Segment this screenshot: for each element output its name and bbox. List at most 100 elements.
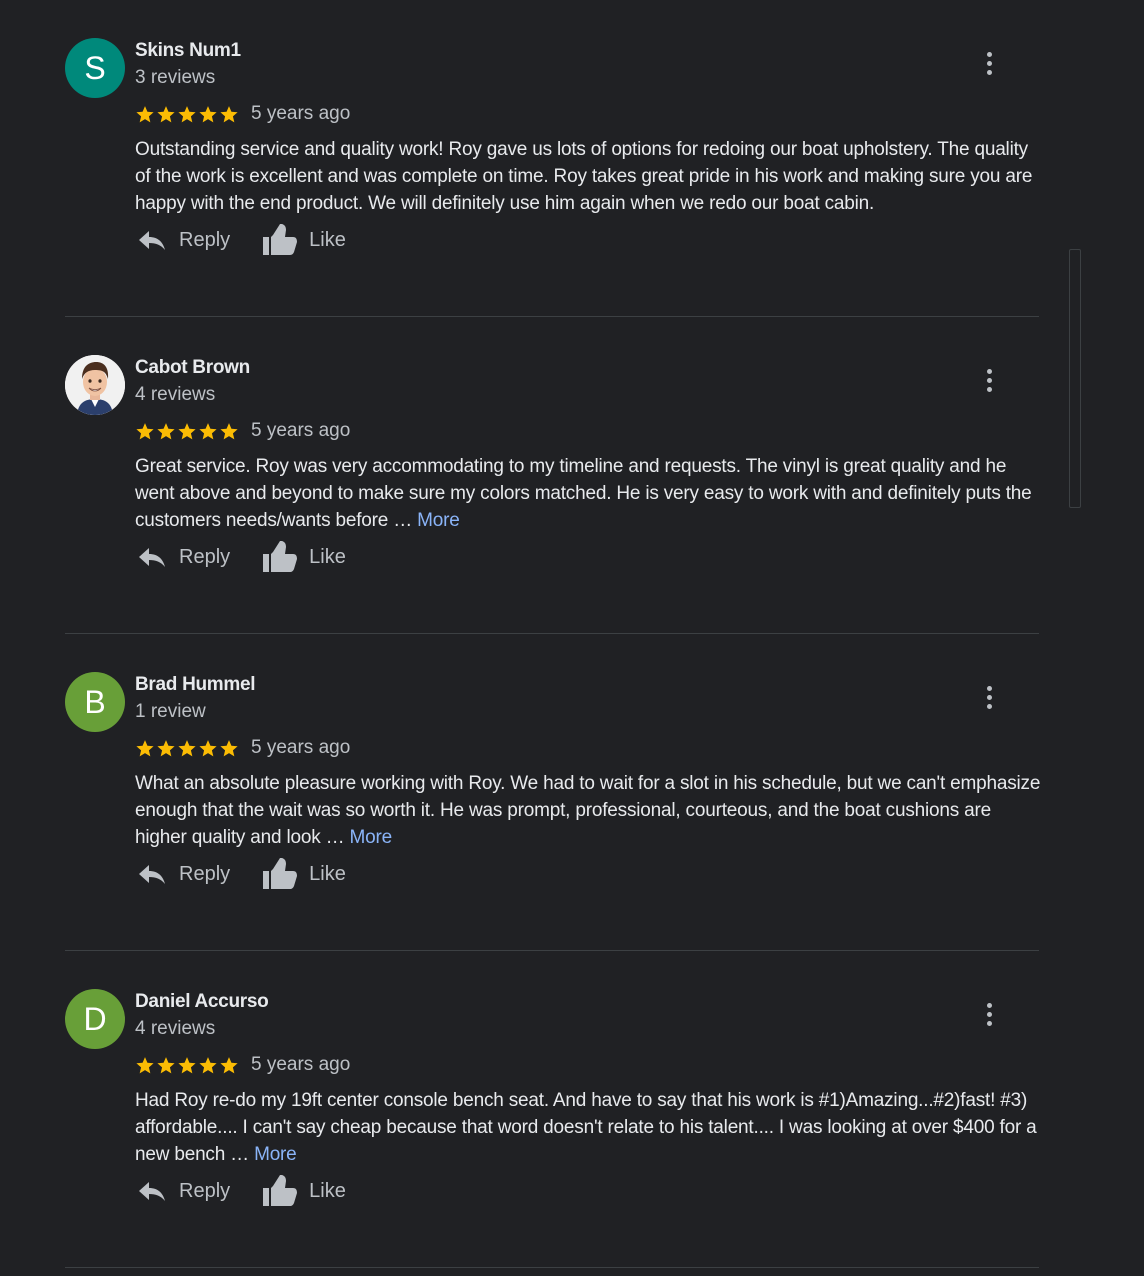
avatar[interactable]: D	[65, 989, 125, 1049]
reply-button[interactable]: Reply	[137, 228, 230, 252]
star-icon	[220, 106, 238, 123]
review-body: What an absolute pleasure working with R…	[135, 773, 1041, 848]
avatar[interactable]: B	[65, 672, 125, 732]
review-time: 5 years ago	[251, 420, 351, 441]
thumbs-up-icon	[263, 858, 298, 889]
star-icon	[157, 106, 175, 123]
reviewer-name[interactable]: Cabot Brown	[135, 357, 250, 379]
more-vert-icon	[986, 368, 992, 374]
reply-button[interactable]: Reply	[137, 1179, 230, 1203]
more-options-button[interactable]	[977, 682, 1001, 712]
review-text: Had Roy re-do my 19ft center console ben…	[135, 1087, 1045, 1168]
reply-label: Reply	[179, 545, 231, 568]
review-count[interactable]: 3 reviews	[135, 67, 215, 89]
thumbs-up-icon	[263, 224, 298, 255]
reply-icon	[139, 865, 165, 884]
like-label: Like	[309, 228, 346, 251]
like-button[interactable]: Like	[263, 1175, 346, 1207]
reply-icon	[139, 548, 165, 567]
review-text: Outstanding service and quality work! Ro…	[135, 136, 1045, 217]
star-icon	[178, 740, 196, 757]
review-card: D Daniel Accurso 4 reviews 5 years ago H…	[65, 951, 1039, 1268]
review-card: B Brad Hummel 1 review 5 years ago What …	[65, 634, 1040, 951]
more-options-button[interactable]	[977, 48, 1001, 78]
reply-icon	[139, 1182, 165, 1201]
avatar-initial: B	[84, 683, 106, 720]
like-label: Like	[309, 862, 346, 885]
reply-button[interactable]: Reply	[137, 862, 230, 886]
scrollbar[interactable]	[1069, 249, 1081, 508]
review-count[interactable]: 1 review	[135, 701, 206, 723]
star-icon	[157, 740, 175, 757]
star-icon	[220, 740, 238, 757]
review-card: Cabot Brown 4 reviews 5 years ago Great …	[65, 317, 1039, 634]
review-body: Outstanding service and quality work! Ro…	[135, 139, 1033, 214]
more-options-button[interactable]	[977, 999, 1001, 1029]
reply-label: Reply	[179, 1179, 231, 1202]
review-text: Great service. Roy was very accommodatin…	[135, 453, 1045, 534]
star-icon	[199, 740, 217, 757]
star-rating	[135, 104, 239, 124]
reply-icon	[139, 231, 165, 250]
reply-button[interactable]: Reply	[137, 545, 230, 569]
more-link[interactable]: More	[417, 510, 460, 531]
star-icon	[178, 106, 196, 123]
avatar[interactable]: S	[65, 38, 125, 98]
star-icon	[157, 423, 175, 440]
star-icon	[199, 1057, 217, 1074]
like-button[interactable]: Like	[263, 858, 346, 890]
reviewer-name[interactable]: Brad Hummel	[135, 674, 256, 696]
rating-row: 5 years ago	[135, 102, 350, 126]
reviewer-name[interactable]: Daniel Accurso	[135, 991, 269, 1013]
star-icon	[199, 423, 217, 440]
star-icon	[178, 1057, 196, 1074]
like-label: Like	[309, 545, 346, 568]
star-icon	[157, 1057, 175, 1074]
like-label: Like	[309, 1179, 346, 1202]
more-vert-icon	[986, 51, 992, 57]
avatar-photo	[65, 355, 125, 415]
review-time: 5 years ago	[251, 103, 351, 124]
more-vert-icon	[986, 1002, 992, 1008]
review-actions: Reply Like	[137, 1173, 346, 1209]
star-icon	[136, 740, 154, 757]
review-time: 5 years ago	[251, 1054, 351, 1075]
star-rating	[135, 738, 239, 758]
review-actions: Reply Like	[137, 856, 346, 892]
star-rating	[135, 421, 239, 441]
star-icon	[199, 106, 217, 123]
star-icon	[136, 1057, 154, 1074]
more-options-button[interactable]	[977, 365, 1001, 395]
reply-label: Reply	[179, 228, 231, 251]
more-link[interactable]: More	[254, 1144, 297, 1165]
avatar-initial: D	[83, 1000, 107, 1037]
rating-row: 5 years ago	[135, 1053, 350, 1077]
review-text: What an absolute pleasure working with R…	[135, 770, 1045, 851]
more-link[interactable]: More	[350, 827, 393, 848]
star-icon	[220, 1057, 238, 1074]
avatar[interactable]	[65, 355, 125, 415]
star-icon	[220, 423, 238, 440]
review-actions: Reply Like	[137, 539, 346, 575]
review-actions: Reply Like	[137, 222, 346, 258]
reviews-page: S Skins Num1 3 reviews 5 years ago Outst…	[0, 0, 1144, 1276]
like-button[interactable]: Like	[263, 224, 346, 256]
star-icon	[136, 106, 154, 123]
review-card: S Skins Num1 3 reviews 5 years ago Outst…	[65, 0, 1039, 317]
avatar-initial: S	[84, 49, 106, 86]
rating-row: 5 years ago	[135, 736, 350, 760]
thumbs-up-icon	[263, 541, 298, 572]
star-icon	[136, 423, 154, 440]
review-body: Great service. Roy was very accommodatin…	[135, 456, 1032, 531]
reviewer-name[interactable]: Skins Num1	[135, 40, 241, 62]
thumbs-up-icon	[263, 1175, 298, 1206]
review-time: 5 years ago	[251, 737, 351, 758]
star-icon	[178, 423, 196, 440]
reply-label: Reply	[179, 862, 231, 885]
like-button[interactable]: Like	[263, 541, 346, 573]
star-rating	[135, 1055, 239, 1075]
review-count[interactable]: 4 reviews	[135, 384, 215, 406]
more-vert-icon	[986, 685, 992, 691]
rating-row: 5 years ago	[135, 419, 350, 443]
review-count[interactable]: 4 reviews	[135, 1018, 215, 1040]
